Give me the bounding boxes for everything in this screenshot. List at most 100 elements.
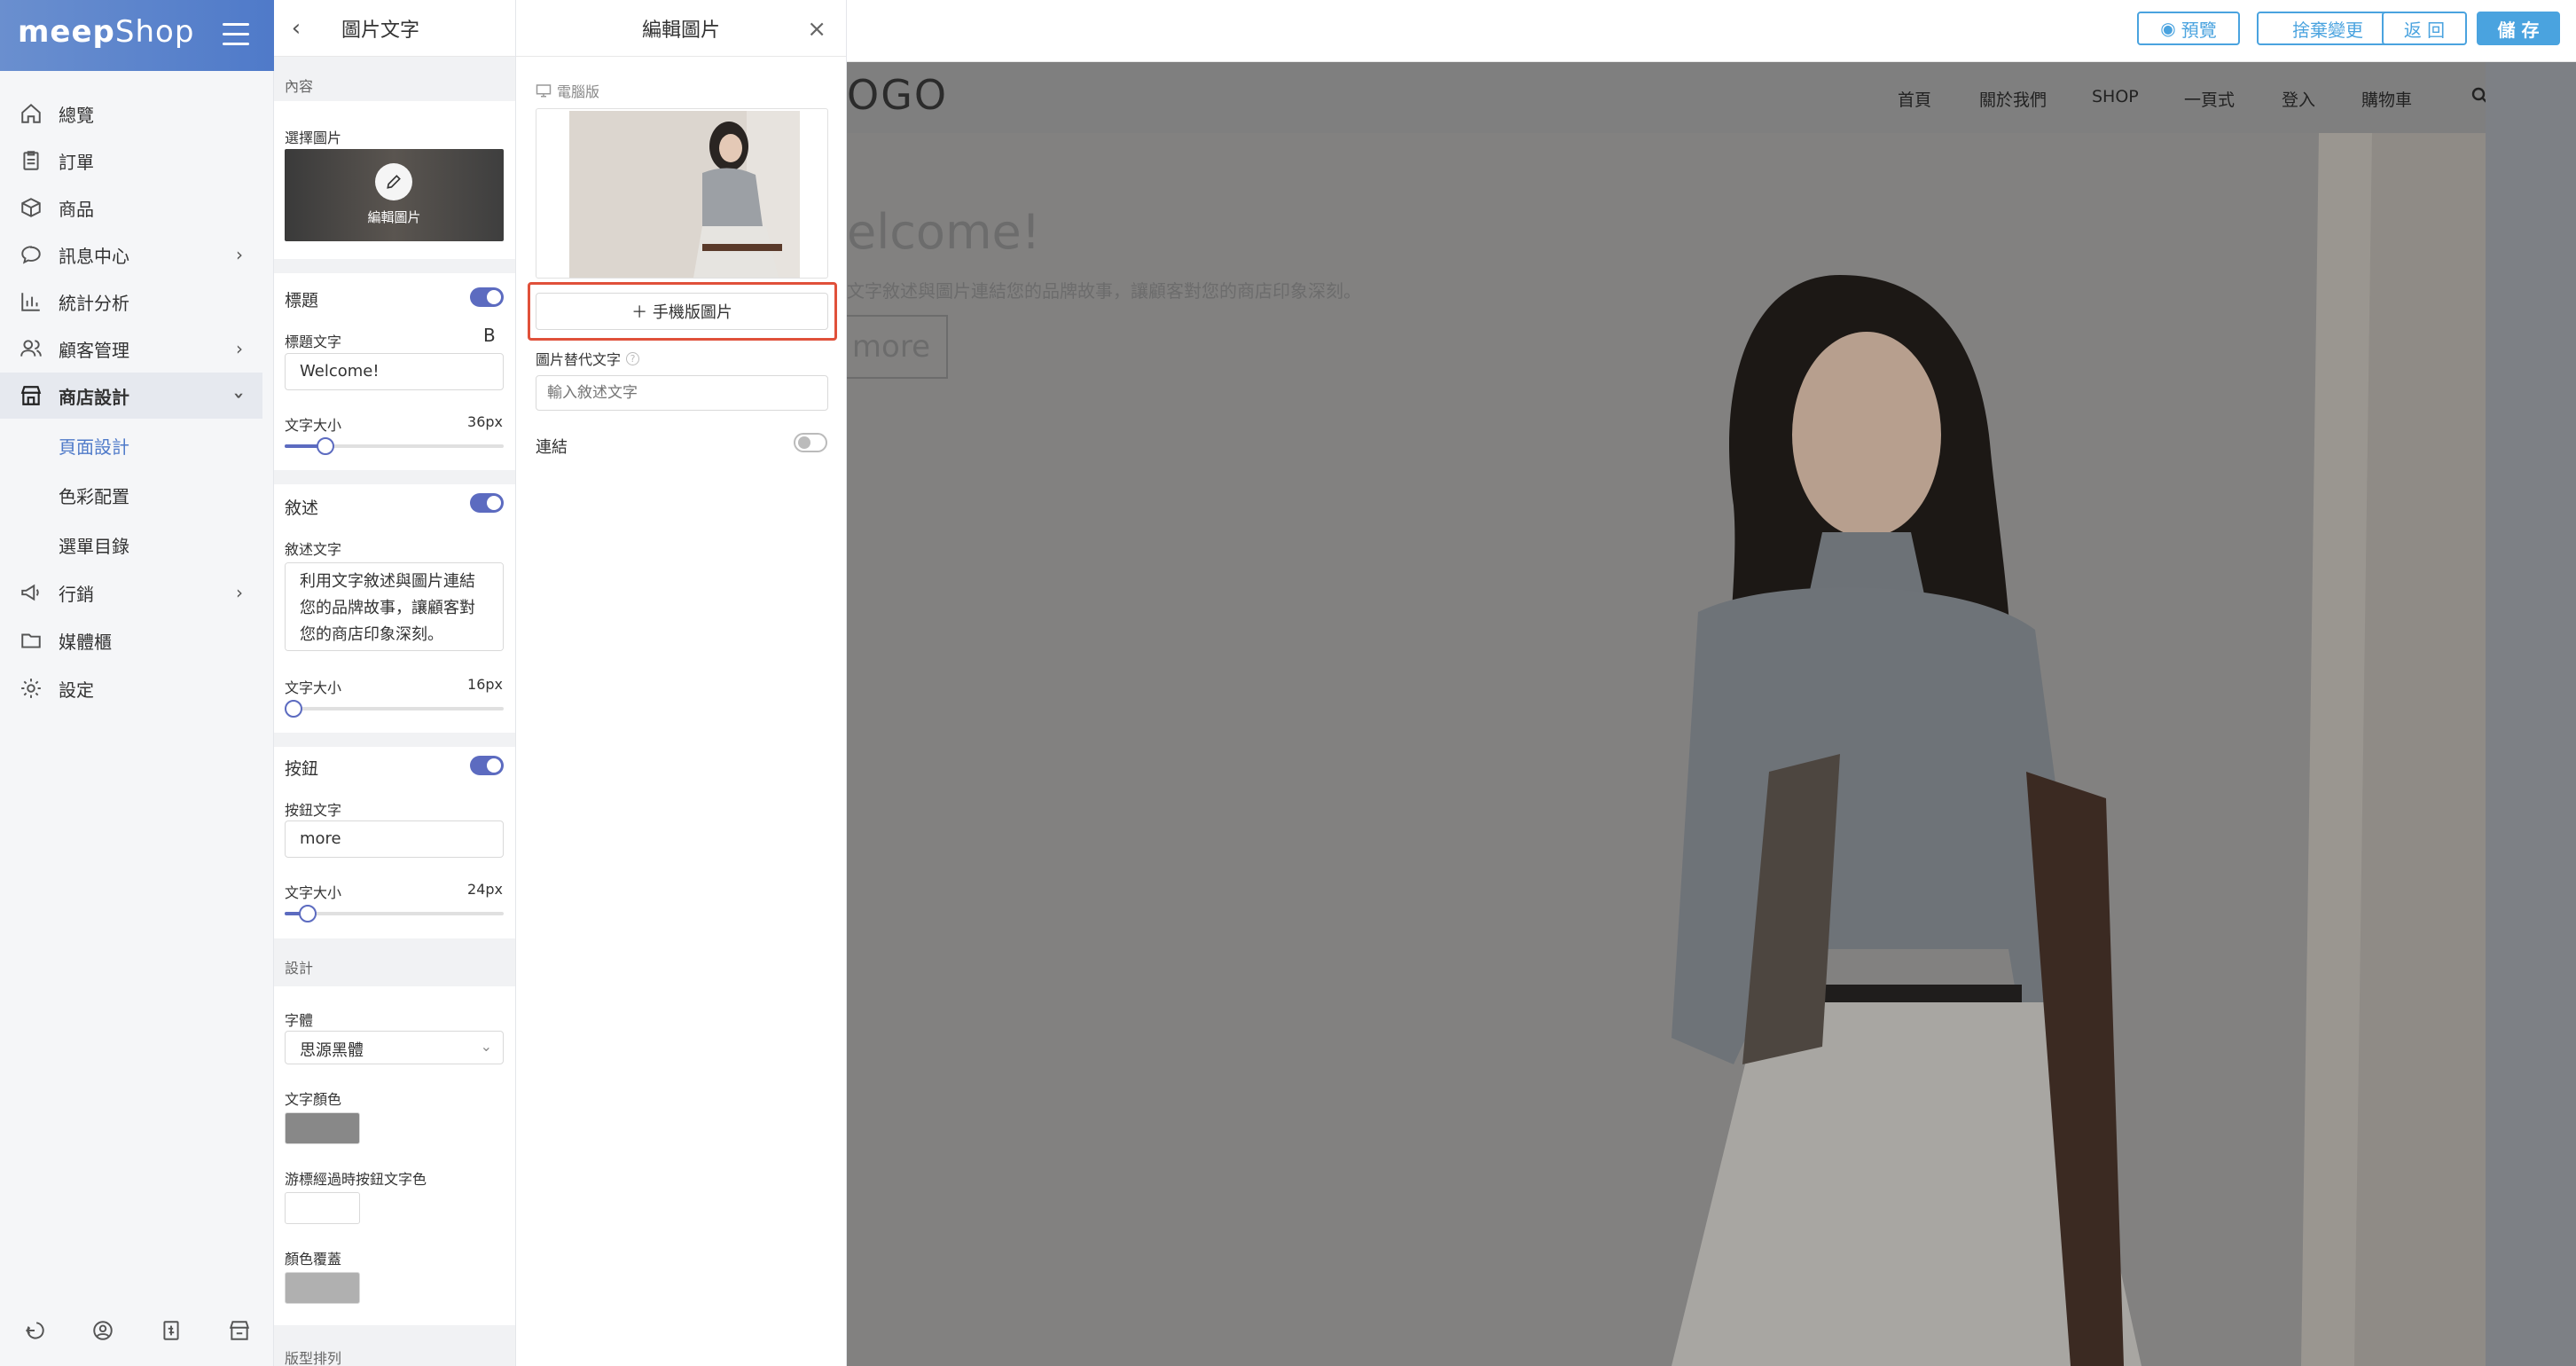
store-logo[interactable]: OGO (847, 71, 948, 119)
hover-color-label: 游標經過時按鈕文字色 (285, 1171, 427, 1188)
title-font-size-label: 文字大小 (285, 417, 342, 434)
button-toggle[interactable] (470, 756, 504, 775)
button-text-input[interactable]: more (285, 820, 504, 858)
clipboard-icon (18, 147, 44, 174)
store-nav-link[interactable]: 首頁 (1898, 87, 1931, 111)
title-font-size-value: 36px (467, 413, 503, 430)
title-toggle[interactable] (470, 287, 504, 307)
bold-icon[interactable]: B (483, 325, 496, 346)
text-color-swatch[interactable] (285, 1112, 360, 1144)
save-button[interactable]: 儲 存 (2477, 12, 2560, 45)
help-icon[interactable]: ? (626, 351, 640, 365)
button-section-label: 按鈕 (285, 759, 319, 779)
hero-image: elcome! 文字敘述與圖片連結您的品牌故事，讓顧客對您的商店印象深刻。 mo… (847, 133, 2486, 1366)
store-nav-link[interactable]: 購物車 (2361, 87, 2412, 111)
sidebar-item-label: 行銷 (59, 583, 94, 605)
sidebar-item-customers[interactable]: 顧客管理 › (0, 326, 262, 372)
store-nav-link[interactable]: SHOP (2092, 87, 2139, 106)
title-section-label: 標題 (285, 291, 319, 310)
sidebar-item-store-design[interactable]: 商店設計 › (0, 373, 262, 419)
chat-icon (18, 241, 44, 268)
sidebar-item-settings[interactable]: 設定 (0, 665, 262, 711)
edit-image-header: 編輯圖片 × (516, 0, 846, 57)
megaphone-icon (18, 579, 44, 606)
sidebar-item-media[interactable]: 媒體櫃 (0, 617, 262, 663)
desc-text-label: 敘述文字 (285, 541, 342, 558)
sidebar-item-marketing[interactable]: 行銷 › (0, 569, 262, 616)
discard-changes-button[interactable]: 捨棄變更 (2257, 12, 2399, 45)
sidebar-item-label: 商品 (59, 198, 94, 220)
brand-logo[interactable]: meepShop (18, 14, 194, 50)
overlay-label: 顏色覆蓋 (285, 1251, 342, 1268)
sidebar-subitem-menus[interactable]: 選單目錄 (59, 532, 129, 558)
sidebar-item-messages[interactable]: 訊息中心 › (0, 232, 262, 278)
overlay-color-swatch[interactable] (285, 1272, 360, 1304)
hero-description: 文字敘述與圖片連結您的品牌故事，讓顧客對您的商店印象深刻。 (847, 280, 1361, 302)
store-preview: OGO 首頁 關於我們 SHOP 一頁式 登入 購物車 elcome! 文字敘述… (847, 62, 2576, 1366)
section-settings-panel: ‹ 圖片文字 內容 選擇圖片 編輯圖片 標題 標題文字 B Welcome! 文… (274, 0, 516, 1366)
hero-more-button[interactable]: more (847, 315, 948, 379)
sidebar-subitem-page-design[interactable]: 頁面設計 (59, 433, 129, 459)
monitor-icon (536, 84, 552, 98)
desc-toggle[interactable] (470, 493, 504, 513)
top-toolbar: ◉ 預覽 捨棄變更 返 回 儲 存 (847, 0, 2576, 62)
desktop-image (569, 111, 800, 278)
account-icon[interactable] (90, 1317, 116, 1344)
add-mobile-image-button[interactable]: ＋ 手機版圖片 (536, 293, 828, 330)
chart-icon (18, 288, 44, 315)
divider (274, 733, 515, 747)
sidebar-item-label: 商店設計 (59, 386, 129, 408)
desktop-image-preview[interactable] (536, 108, 828, 279)
close-icon[interactable]: × (807, 16, 826, 43)
chevron-right-icon: › (236, 582, 243, 603)
store-nav-link[interactable]: 一頁式 (2184, 87, 2235, 111)
desc-section-label: 敘述 (285, 499, 319, 518)
edit-image-panel: 編輯圖片 × 電腦版 ＋ 手機版圖片 圖片替代文字 ? 連結 (516, 0, 847, 1366)
folder-icon (18, 627, 44, 654)
panel-title: 圖片文字 (341, 19, 420, 42)
sidebar-item-label: 媒體櫃 (59, 631, 112, 653)
font-select[interactable]: 思源黑體 ⌄ (285, 1031, 504, 1064)
divider (274, 259, 515, 273)
store-nav-link[interactable]: 關於我們 (1979, 87, 2047, 111)
desc-font-size-label: 文字大小 (285, 679, 342, 696)
sidebar-item-overview[interactable]: 總覽 (0, 90, 262, 137)
alt-text-input[interactable] (536, 375, 828, 411)
store-header: OGO 首頁 關於我們 SHOP 一頁式 登入 購物車 (847, 62, 2489, 133)
store-nav-link[interactable]: 登入 (2282, 87, 2315, 111)
sidebar-subitem-colors[interactable]: 色彩配置 (59, 483, 129, 508)
alt-text-label: 圖片替代文字 ? (536, 348, 640, 369)
sidebar-item-orders[interactable]: 訂單 (0, 137, 262, 184)
desc-font-size-slider[interactable] (285, 700, 504, 718)
button-font-size-slider[interactable] (285, 905, 504, 922)
back-arrow-icon[interactable]: ‹ (274, 15, 318, 42)
title-text-label: 標題文字 (285, 334, 342, 350)
preview-button[interactable]: ◉ 預覽 (2137, 12, 2240, 45)
link-toggle[interactable] (794, 433, 827, 452)
sidebar-item-products[interactable]: 商品 (0, 184, 262, 231)
font-select-value: 思源黑體 (300, 1041, 364, 1060)
sidebar-item-label: 顧客管理 (59, 339, 129, 361)
preview-gutter (2486, 62, 2576, 1366)
sidebar-item-analytics[interactable]: 統計分析 (0, 279, 262, 325)
button-text-label: 按鈕文字 (285, 802, 342, 819)
title-text-input[interactable]: Welcome! (285, 353, 504, 390)
sidebar-item-label: 設定 (59, 679, 94, 701)
image-thumbnail[interactable]: 編輯圖片 (285, 149, 504, 241)
logout-icon[interactable] (21, 1317, 48, 1344)
sidebar-item-label: 訊息中心 (59, 245, 129, 267)
divider (274, 470, 515, 484)
shop-front-icon[interactable] (226, 1317, 253, 1344)
pencil-icon[interactable] (375, 163, 412, 200)
billing-icon[interactable] (158, 1317, 184, 1344)
chevron-down-icon: ⌄ (480, 1038, 492, 1055)
hover-color-swatch[interactable] (285, 1192, 360, 1224)
gear-icon (18, 675, 44, 702)
back-button[interactable]: 返 回 (2382, 12, 2467, 45)
hamburger-menu-icon[interactable] (223, 23, 249, 46)
desc-text-input[interactable]: 利用文字敘述與圖片連結您的品牌故事，讓顧客對您的商店印象深刻。 (285, 562, 504, 651)
title-font-size-slider[interactable] (285, 437, 504, 455)
section-header-layout: 版型排列 (274, 1325, 515, 1366)
hero-title: elcome! (847, 204, 1041, 260)
text-color-label: 文字顏色 (285, 1091, 342, 1108)
